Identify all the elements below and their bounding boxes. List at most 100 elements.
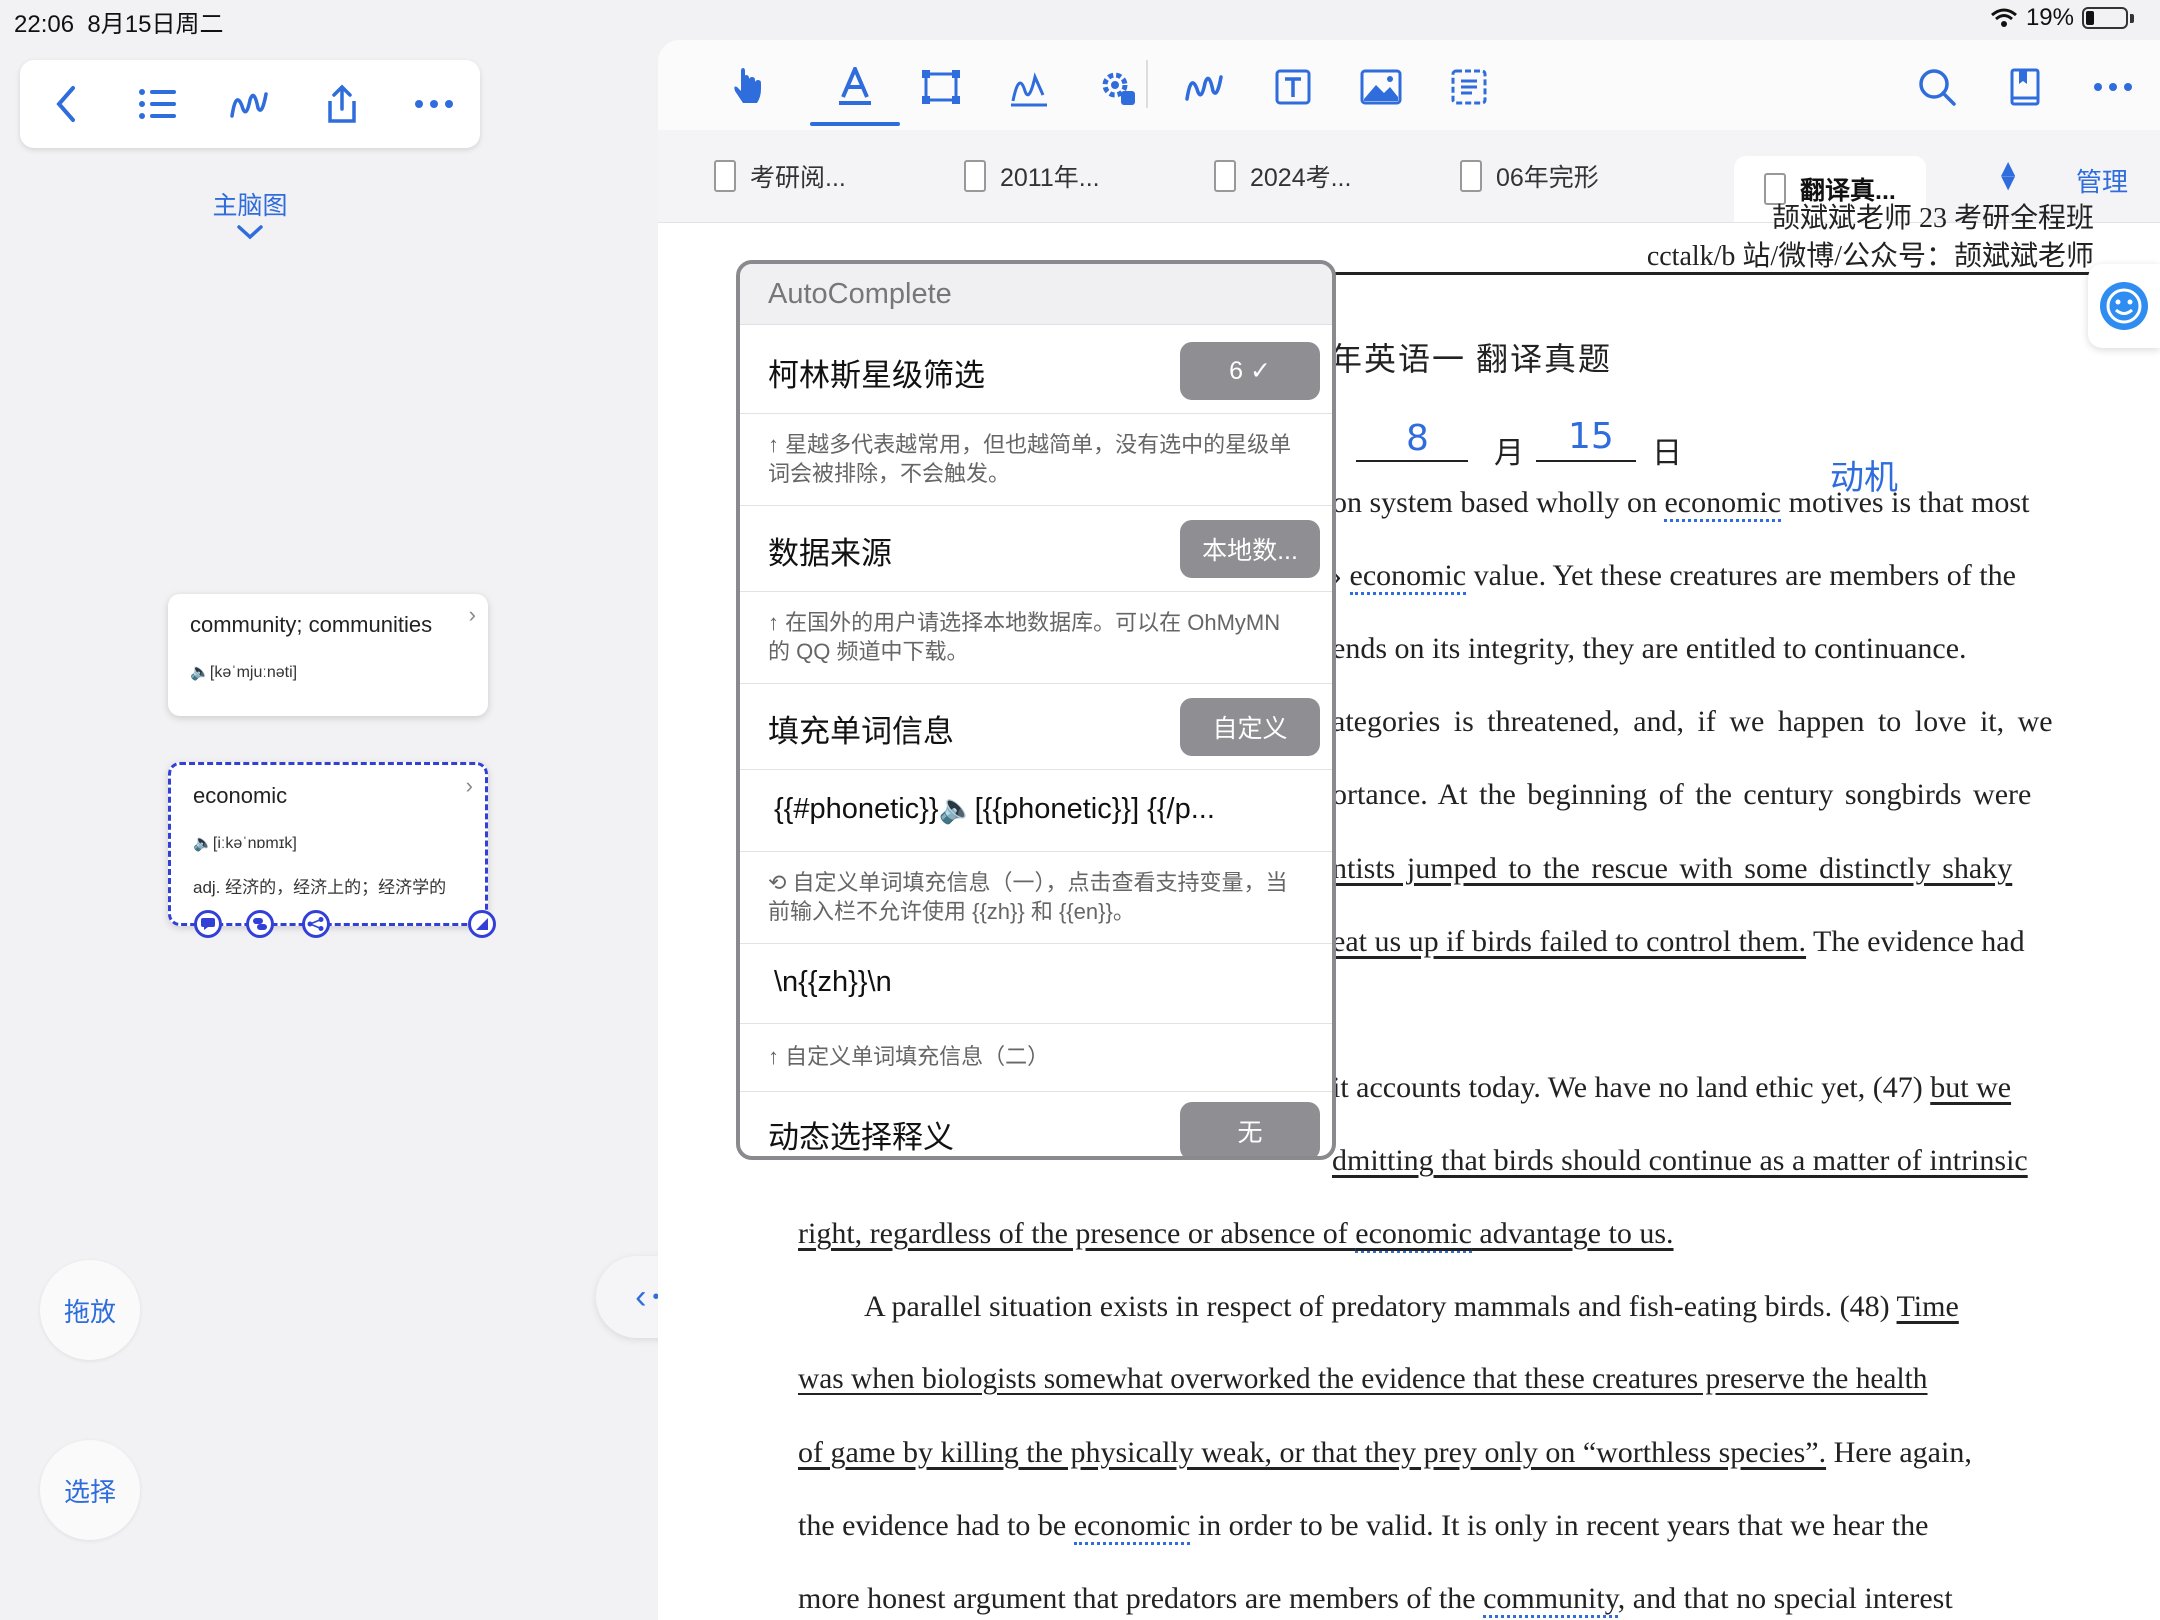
doc-text-line: right, regardless of the presence or abs… <box>798 1217 1674 1253</box>
tab-label: 考研阅... <box>750 164 846 192</box>
tab-label: 2024考... <box>1250 164 1352 192</box>
tab-label: 2011年... <box>1000 164 1100 192</box>
wifi-icon <box>1990 8 2017 27</box>
manage-tabs-button[interactable]: 管理 <box>2076 162 2128 199</box>
list-icon[interactable] <box>130 76 186 132</box>
collins-star-select-button[interactable]: 6 ✓ <box>1180 342 1320 400</box>
signature-icon[interactable] <box>1002 60 1056 114</box>
fill-word-info-row: 填充单词信息 自定义 <box>740 684 1332 770</box>
mindmap-card-community[interactable]: › community; communities 🔈[kəˈmjuːnəti] <box>168 594 488 716</box>
data-source-row: 数据来源 本地数... <box>740 506 1332 592</box>
battery-percent: 19% <box>2025 4 2074 31</box>
doc-header-contact: cctalk/b 站/微博/公众号：颉斌斌老师 <box>1646 241 2094 272</box>
rectangle-select-icon[interactable] <box>914 60 968 114</box>
template-field-row: {{#phonetic}}🔈[{{phonetic}}] {{/p... <box>740 770 1332 852</box>
card-phonetic: 🔈[iːkəˈnɒmɪk] <box>193 835 297 852</box>
chevron-left-icon[interactable] <box>38 76 94 132</box>
branch-handle-icon[interactable] <box>302 910 330 938</box>
handwritten-day: 15 <box>1568 416 1614 457</box>
tab-label: 06年完形 <box>1496 164 1599 192</box>
document-toolbar <box>658 40 2160 130</box>
hint-text[interactable]: ⟲ 自定义单词填充信息（一），点击查看支持变量，当前输入栏不允许使用 {{zh}… <box>768 868 1292 926</box>
card-definition: adj. 经济的，经济上的；经济学的 <box>193 878 447 897</box>
assistant-face-icon[interactable] <box>2088 264 2160 348</box>
mindmap-card-economic[interactable]: › economic 🔈[iːkəˈnɒmɪk] adj. 经济的，经济上的；经… <box>168 762 488 926</box>
tab-document[interactable]: 2024考... <box>1214 144 1351 208</box>
merge-handle-icon[interactable] <box>246 910 274 938</box>
toolbar-divider <box>1146 60 1148 108</box>
hint-row: ↑ 在国外的用户请选择本地数据库。可以在 OhMyMN 的 QQ 频道中下载。 <box>740 592 1332 684</box>
tool-selected-indicator <box>810 122 900 126</box>
chevron-right-icon[interactable]: › <box>466 773 473 799</box>
autocomplete-settings-popup: AutoComplete 柯林斯星级筛选 6 ✓ ↑ 星越多代表越常用，但也越简… <box>736 260 1336 1160</box>
tab-document[interactable]: 2011年... <box>964 144 1100 208</box>
hint-row: ↑ 星越多代表越常用，但也越简单，没有选中的星级单词会被排除，不会触发。 <box>740 414 1332 506</box>
more-icon[interactable] <box>406 76 462 132</box>
mindmap-toolbar <box>20 60 480 148</box>
mindmap-title[interactable]: 主脑图 <box>190 186 310 222</box>
doc-text-line: it accounts today. We have no land ethic… <box>1332 1071 2012 1104</box>
doc-text-line: the evidence had to be economic in order… <box>798 1509 1928 1545</box>
dynamic-definition-select-button[interactable]: 无 <box>1180 1102 1320 1156</box>
drag-mode-button[interactable]: 拖放 <box>40 1260 140 1360</box>
doc-text-line: was when biologists somewhat overworked … <box>798 1363 1928 1395</box>
hint-text: ↑ 自定义单词填充信息（二） <box>768 1044 1050 1069</box>
search-icon[interactable] <box>1910 60 1964 114</box>
handwritten-month: 8 <box>1406 418 1429 459</box>
data-source-select-button[interactable]: 本地数... <box>1180 520 1320 578</box>
squiggle-icon[interactable] <box>222 76 278 132</box>
status-date: 8月15日周二 <box>87 11 224 38</box>
comment-handle-icon[interactable] <box>194 910 222 938</box>
image-icon[interactable] <box>1354 60 1408 114</box>
popup-title: AutoComplete <box>740 264 1332 325</box>
status-time: 22:06 8月15日周二 <box>14 11 224 38</box>
resize-handle-icon[interactable] <box>468 910 496 938</box>
doc-title: 年英语一 翻译真题 <box>1330 341 1613 377</box>
hint-text: ↑ 在国外的用户请选择本地数据库。可以在 OhMyMN 的 QQ 频道中下载。 <box>768 610 1281 664</box>
template-input-one[interactable]: {{#phonetic}}🔈[{{phonetic}}] {{/p... <box>774 792 1215 826</box>
hint-text: ↑ 星越多代表越常用，但也越简单，没有选中的星级单词会被排除，不会触发。 <box>768 432 1292 486</box>
day-label: 日 <box>1652 437 1682 470</box>
card-word: economic <box>193 783 288 808</box>
plugin-gear-icon[interactable] <box>1090 60 1144 114</box>
document-icon <box>1460 160 1482 192</box>
ocr-scan-icon[interactable] <box>1442 60 1496 114</box>
text-box-icon[interactable] <box>1266 60 1320 114</box>
row-label: 填充单词信息 <box>768 714 954 749</box>
card-phonetic: 🔈[kəˈmjuːnəti] <box>190 664 298 681</box>
share-icon[interactable] <box>314 76 370 132</box>
sort-arrows-icon[interactable]: ▲ ▼ <box>1996 157 2020 195</box>
more-icon[interactable] <box>2086 60 2140 114</box>
doc-text-line: more honest argument that predators are … <box>798 1582 1953 1618</box>
chevron-down-icon[interactable] <box>236 224 264 245</box>
bookmark-book-icon[interactable] <box>1998 60 2052 114</box>
doc-header-teacher: 颉斌斌老师 23 考研全程班 <box>1771 203 2094 234</box>
template-field-row: \n{{zh}}\n <box>740 944 1332 1024</box>
doc-text-line: on system based wholly on economic motiv… <box>1332 486 2029 522</box>
text-highlight-icon[interactable] <box>828 60 882 114</box>
hint-row: ⟲ 自定义单词填充信息（一），点击查看支持变量，当前输入栏不允许使用 {{zh}… <box>740 852 1332 944</box>
document-icon <box>714 160 736 192</box>
tab-document[interactable]: 06年完形 <box>1460 144 1599 208</box>
template-input-two[interactable]: \n{{zh}}\n <box>774 966 892 999</box>
chevron-left-icon: ‹ <box>635 1277 647 1316</box>
doc-text-line: › economic value. Yet these creatures ar… <box>1332 559 2016 595</box>
hand-pointer-icon[interactable] <box>720 60 774 114</box>
month-label: 月 <box>1494 437 1524 470</box>
row-label: 数据来源 <box>768 536 892 571</box>
chevron-right-icon[interactable]: › <box>469 602 476 628</box>
tab-document[interactable]: 考研阅... <box>714 144 846 208</box>
battery-icon <box>2082 7 2128 29</box>
header-rule <box>1298 272 2094 275</box>
doc-text-line: ortance. At the beginning of the century… <box>1332 778 2032 811</box>
select-mode-button[interactable]: 选择 <box>40 1440 140 1540</box>
doc-text-line: dmitting that birds should continue as a… <box>1332 1144 2028 1177</box>
card-word: community; communities <box>190 612 433 637</box>
fill-word-info-select-button[interactable]: 自定义 <box>1180 698 1320 756</box>
collins-star-filter-row: 柯林斯星级筛选 6 ✓ <box>740 328 1332 414</box>
doc-text-line: ategories is threatened, and, if we happ… <box>1332 705 2053 738</box>
squiggle-pen-icon[interactable] <box>1178 60 1232 114</box>
dynamic-definition-row: 动态选择释义 无 <box>740 1092 1332 1156</box>
battery-tip <box>2130 13 2134 23</box>
doc-text-line: of game by killing the physically weak, … <box>798 1436 1972 1469</box>
